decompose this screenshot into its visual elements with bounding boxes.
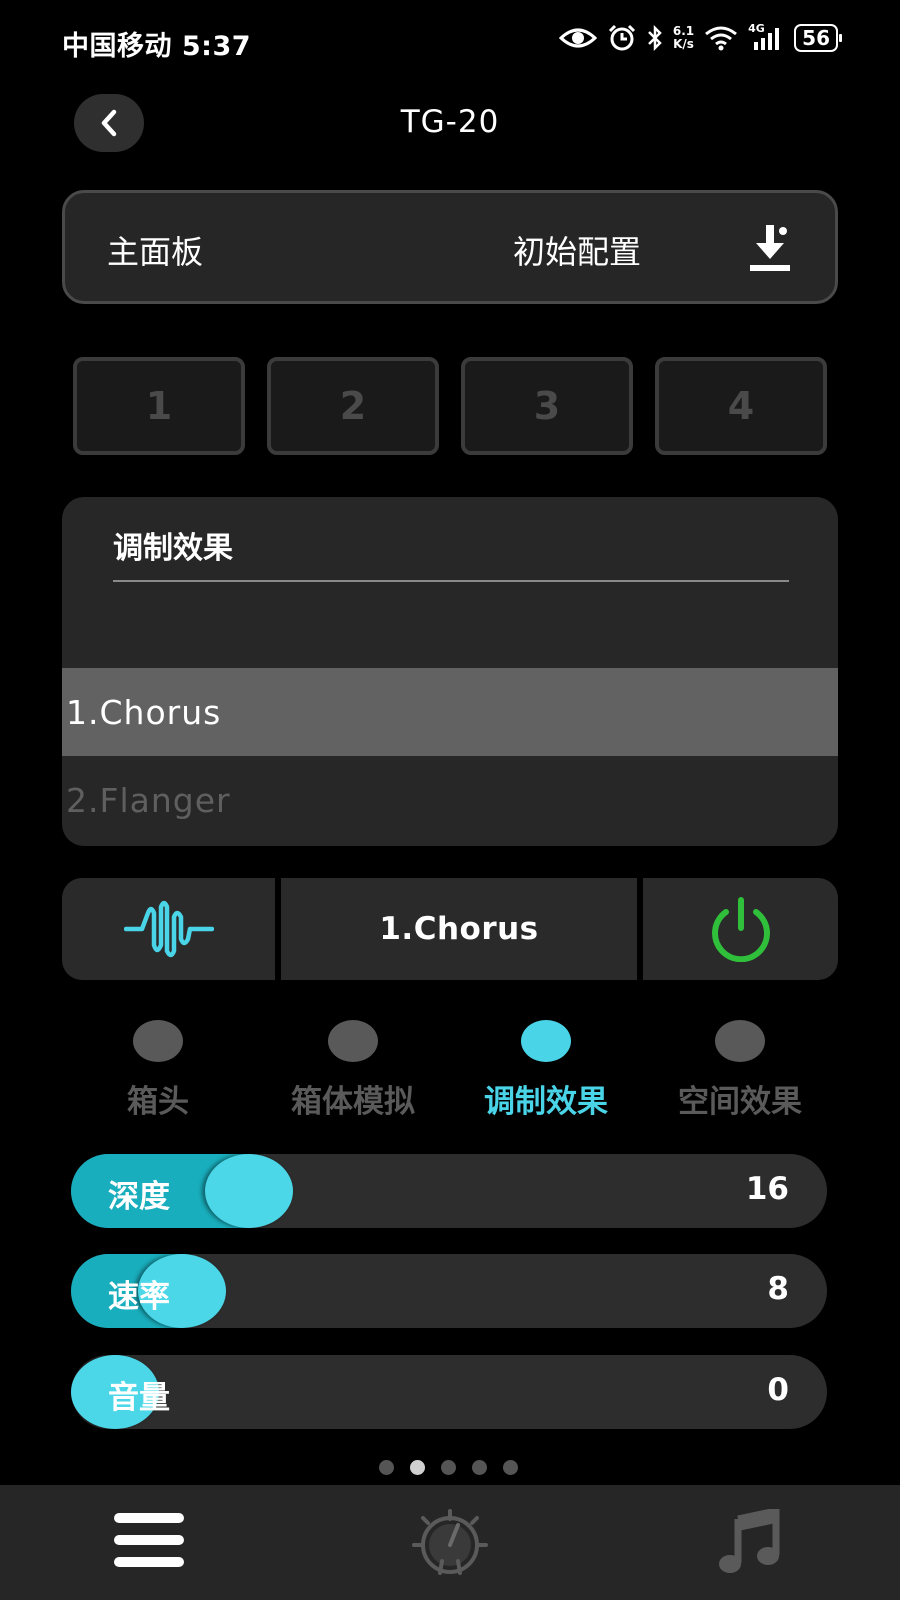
tab-label: 调制效果 [484,1084,608,1120]
menu-bar [114,1535,184,1545]
power-icon [711,897,770,962]
volume-slider[interactable]: 音量 0 [71,1355,827,1429]
slot-button-3[interactable]: 3 [461,357,633,455]
preset-bar[interactable]: 主面板 初始配置 [62,190,838,304]
pager-dot[interactable] [379,1460,394,1475]
alarm-icon [607,24,637,52]
tab-space-effect[interactable]: 空间效果 [655,1020,825,1121]
tab-modulation[interactable]: 调制效果 [461,1020,631,1121]
tab-cabinet-sim[interactable]: 箱体模拟 [268,1020,438,1121]
bottom-nav [0,1485,900,1600]
slider-value: 0 [767,1372,789,1408]
slot-button-4[interactable]: 4 [655,357,827,455]
depth-slider[interactable]: 深度 16 [71,1154,827,1228]
waveform-button[interactable] [62,878,275,980]
pager-dot[interactable] [472,1460,487,1475]
tab-label: 箱体模拟 [291,1084,415,1120]
eye-icon [558,26,597,50]
tab-indicator [328,1020,378,1062]
effect-heading: 调制效果 [113,531,233,566]
tab-indicator [133,1020,183,1062]
bluetooth-icon [647,25,663,51]
tab-label: 箱头 [127,1084,189,1120]
net-speed: 6.1 K/s [673,25,694,51]
tuner-icon[interactable] [412,1507,488,1577]
effect-picker[interactable]: 调制效果 1.Chorus 2.Flanger [62,497,838,846]
waveform-icon [123,900,214,958]
net-speed-unit: K/s [673,37,694,51]
status-icons: 6.1 K/s 4G 56 [558,22,842,52]
slider-label: 速率 [108,1279,170,1315]
carrier-time: 中国移动 5:37 [62,31,252,62]
network-type: 4G [748,22,765,35]
effect-item-selected[interactable]: 1.Chorus [62,668,838,756]
slider-label: 音量 [108,1380,170,1416]
download-icon[interactable] [747,221,793,275]
slider-value: 16 [745,1171,789,1207]
tab-amp-head[interactable]: 箱头 [73,1020,243,1121]
slot-button-1[interactable]: 1 [73,357,245,455]
pager-dot[interactable] [441,1460,456,1475]
tab-label: 空间效果 [678,1084,802,1120]
slider-value: 8 [767,1271,789,1307]
menu-bar [114,1557,184,1567]
tab-indicator [715,1020,765,1062]
rate-slider[interactable]: 速率 8 [71,1254,827,1328]
pager-dot[interactable] [410,1460,425,1475]
page-indicator [379,1460,518,1475]
tab-indicator [521,1020,571,1062]
status-bar: 中国移动 5:37 6.1 K/s 4G 56 [0,0,900,84]
preset-config-label[interactable]: 初始配置 [513,227,641,273]
slider-label: 深度 [108,1179,170,1215]
power-button[interactable] [643,878,838,980]
preset-label: 主面板 [107,233,204,271]
pager-dot[interactable] [503,1460,518,1475]
slot-button-2[interactable]: 2 [267,357,439,455]
battery-indicator: 56 [794,24,842,52]
wifi-icon [704,25,738,51]
current-effect-name: 1.Chorus [281,878,637,980]
slider-knob[interactable] [204,1154,293,1228]
effect-item[interactable]: 2.Flanger [62,756,838,844]
music-note-icon[interactable] [716,1509,782,1575]
page-title: TG-20 [400,104,500,140]
divider [113,580,789,582]
menu-icon[interactable] [114,1513,184,1569]
signal-icon: 4G [748,22,784,50]
menu-bar [114,1513,184,1523]
